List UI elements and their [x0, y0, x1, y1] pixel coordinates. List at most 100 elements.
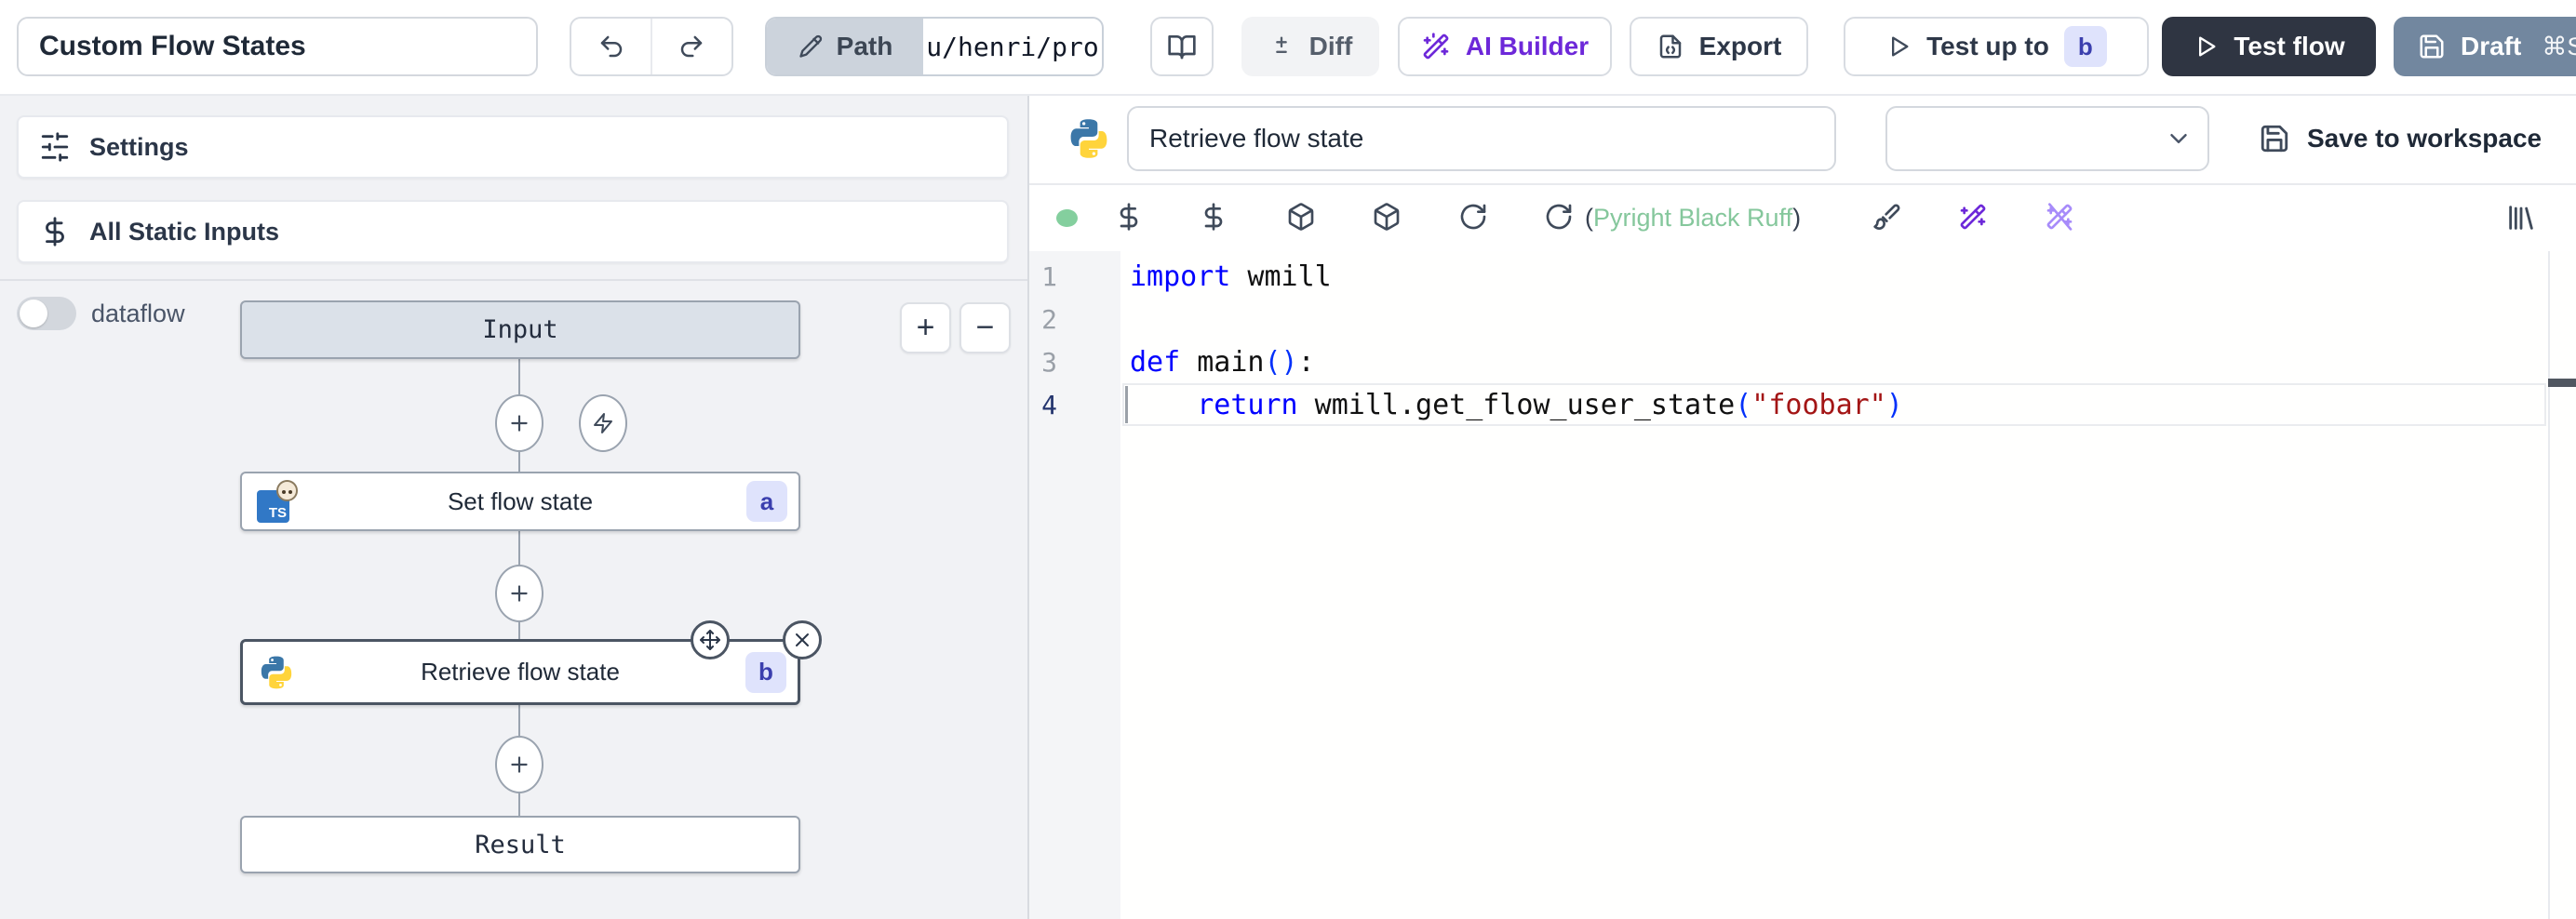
step-editor-panel: Save to workspace (Pyright Black Ruff) 1…	[1029, 96, 2576, 919]
undo-icon	[597, 33, 625, 60]
bun-typescript-icon: TS	[257, 480, 298, 523]
python-icon	[1067, 116, 1111, 161]
zap-icon	[592, 412, 614, 434]
ai-builder-label: AI Builder	[1466, 32, 1589, 61]
move-icon	[699, 629, 721, 651]
diff-button[interactable]: Diff	[1241, 17, 1379, 76]
ai-wand-icon[interactable]	[1958, 202, 1988, 232]
docs-button[interactable]	[1150, 17, 1214, 76]
path-edit-button[interactable]: Path	[767, 19, 923, 74]
test-flow-button[interactable]: Test flow	[2162, 17, 2376, 76]
step-summary-input[interactable]	[1127, 106, 1836, 171]
test-up-to-button[interactable]: Test up to b	[1844, 17, 2149, 76]
draft-label: Draft	[2461, 32, 2521, 61]
path-value: u/henri/pro	[923, 19, 1102, 74]
format-brush-icon[interactable]	[1872, 202, 1902, 232]
toggle-knob	[20, 300, 47, 327]
add-trigger-button[interactable]	[579, 394, 627, 452]
redo-button[interactable]	[652, 19, 731, 74]
undo-redo-group	[570, 17, 733, 76]
library-icon[interactable]	[2505, 202, 2537, 233]
ai-builder-button[interactable]: AI Builder	[1398, 17, 1612, 76]
insert-step-button[interactable]	[495, 565, 543, 622]
play-icon	[1885, 33, 1912, 60]
overview-ruler[interactable]	[2548, 251, 2550, 919]
export-label: Export	[1699, 32, 1782, 61]
zoom-out-button[interactable]: −	[959, 302, 1011, 353]
save-to-workspace-button[interactable]: Save to workspace	[2259, 106, 2542, 171]
path-label: Path	[837, 32, 893, 61]
all-static-inputs-label: All Static Inputs	[89, 218, 279, 246]
dataflow-toggle[interactable]	[17, 297, 76, 330]
node-label: Result	[475, 831, 566, 859]
settings-label: Settings	[89, 133, 189, 162]
save-icon	[2259, 123, 2290, 154]
diff-label: Diff	[1309, 32, 1353, 61]
node-label: Input	[482, 315, 557, 344]
add-variable-icon[interactable]	[1114, 202, 1144, 232]
test-up-to-step-badge[interactable]: b	[2064, 26, 2107, 67]
flow-node-set-flow-state[interactable]: TS Set flow state a	[240, 472, 800, 531]
all-static-inputs-card[interactable]: All Static Inputs	[17, 200, 1009, 263]
code-line[interactable]: 1import wmill	[1029, 255, 2546, 298]
node-label: Retrieve flow state	[421, 658, 620, 686]
flow-node-result[interactable]: Result	[240, 816, 800, 873]
undo-button[interactable]	[571, 19, 651, 74]
book-open-icon	[1167, 32, 1197, 61]
delete-step-button[interactable]	[783, 620, 822, 659]
save-to-workspace-label: Save to workspace	[2307, 124, 2542, 153]
top-toolbar: Path u/henri/pro Diff AI Builder Export …	[0, 0, 2576, 96]
code-line[interactable]: 4 return wmill.get_flow_user_state("foob…	[1029, 383, 2546, 426]
add-resource-icon[interactable]	[1199, 202, 1228, 232]
code-line[interactable]: 3def main():	[1029, 340, 2546, 383]
status-green-dot	[1056, 209, 1078, 227]
file-code-icon	[1657, 33, 1684, 60]
redo-icon	[678, 33, 705, 60]
divider	[0, 279, 1027, 281]
step-id-badge: a	[746, 481, 787, 522]
flow-node-input[interactable]: Input	[240, 300, 800, 359]
dollar-icon	[39, 216, 71, 247]
line-number: 4	[1029, 390, 1057, 420]
python-icon	[258, 654, 295, 691]
code-lines[interactable]: 1import wmill 2 3def main():4 return wmill…	[1029, 255, 2546, 426]
save-draft-button[interactable]: Draft ⌘S	[2394, 17, 2576, 76]
line-number: 1	[1029, 261, 1057, 292]
move-step-button[interactable]	[691, 620, 730, 659]
code-editor[interactable]: 1import wmill 2 3def main():4 return wmill…	[1029, 251, 2576, 919]
code-line[interactable]: 2	[1029, 298, 2546, 340]
export-button[interactable]: Export	[1630, 17, 1808, 76]
line-number: 2	[1029, 304, 1057, 335]
path-control[interactable]: Path u/henri/pro	[765, 17, 1104, 76]
ai-wand-off-icon[interactable]	[2045, 202, 2074, 232]
settings-card[interactable]: Settings	[17, 115, 1009, 179]
flow-graph-panel: Settings All Static Inputs dataflow + − …	[0, 96, 1027, 919]
close-icon	[791, 629, 813, 651]
play-icon	[2193, 33, 2219, 60]
insert-step-button[interactable]	[495, 736, 543, 793]
reload-icon[interactable]	[1544, 202, 1574, 232]
overview-ruler-cursor-marker	[2548, 379, 2576, 387]
draft-shortcut: ⌘S	[2542, 33, 2576, 61]
zoom-in-button[interactable]: +	[900, 302, 951, 353]
chevron-down-icon	[2165, 125, 2193, 153]
node-label: Set flow state	[448, 487, 593, 516]
flow-title-input[interactable]	[17, 17, 538, 76]
code-assistants-label: (Pyright Black Ruff)	[1585, 202, 1801, 233]
step-id-badge: b	[745, 652, 786, 693]
diff-icon	[1268, 33, 1295, 60]
package-icon[interactable]	[1286, 202, 1316, 232]
pencil-icon	[798, 33, 824, 60]
save-icon	[2418, 33, 2446, 60]
reload-icon[interactable]	[1458, 202, 1488, 232]
test-up-to-label: Test up to	[1926, 32, 2049, 61]
package-icon[interactable]	[1372, 202, 1402, 232]
dataflow-label: dataflow	[91, 300, 185, 328]
line-number: 3	[1029, 347, 1057, 378]
wand-sparkles-icon	[1421, 32, 1451, 61]
sliders-icon	[39, 131, 71, 163]
test-flow-label: Test flow	[2234, 32, 2344, 61]
tag-select[interactable]	[1885, 106, 2209, 171]
divider	[1029, 183, 2576, 185]
insert-step-button[interactable]	[495, 394, 543, 452]
